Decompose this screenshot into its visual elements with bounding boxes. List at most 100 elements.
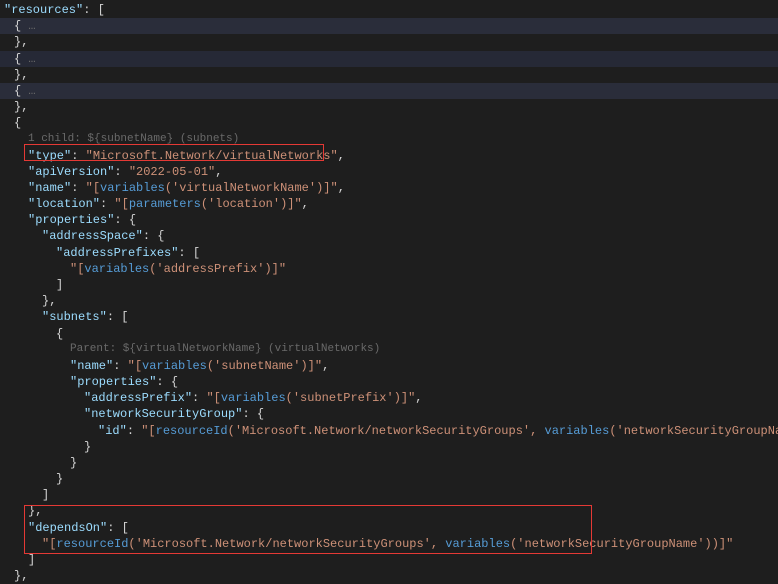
ellipsis-icon: … bbox=[28, 84, 35, 98]
code-editor[interactable]: "resources": [ { … }, { … }, { … }, { 1 … bbox=[0, 2, 778, 584]
json-string: ( bbox=[128, 537, 135, 551]
code-line[interactable]: }, bbox=[0, 34, 778, 50]
code-line[interactable]: "networkSecurityGroup": { bbox=[0, 406, 778, 422]
code-line[interactable]: "apiVersion": "2022-05-01", bbox=[0, 164, 778, 180]
brace: { bbox=[14, 116, 21, 130]
brace: { bbox=[14, 52, 28, 66]
param: 'networkSecurityGroupName' bbox=[517, 537, 704, 551]
punct: : { bbox=[242, 407, 264, 421]
function: variables bbox=[221, 391, 286, 405]
punct: , bbox=[338, 149, 345, 163]
brace: { bbox=[14, 19, 28, 33]
brace: } bbox=[56, 472, 63, 486]
json-string: ( bbox=[165, 181, 172, 195]
json-string: )]" bbox=[316, 181, 338, 195]
bracket: ] bbox=[28, 553, 35, 567]
function: variables bbox=[142, 359, 207, 373]
json-key: "name" bbox=[70, 359, 113, 373]
code-line[interactable]: }, bbox=[0, 99, 778, 115]
punct: , bbox=[49, 294, 56, 308]
function: variables bbox=[545, 424, 610, 438]
punct: , bbox=[21, 569, 28, 583]
code-line[interactable]: "addressPrefixes": [ bbox=[0, 245, 778, 261]
param: 'virtualNetworkName' bbox=[172, 181, 316, 195]
code-line[interactable]: "properties": { bbox=[0, 212, 778, 228]
code-line[interactable]: "addressSpace": { bbox=[0, 228, 778, 244]
json-string: ( bbox=[286, 391, 293, 405]
json-key: "resources" bbox=[4, 3, 83, 17]
inline-hint: 1 child: ${subnetName} (subnets) bbox=[0, 132, 778, 148]
param: 'networkSecurityGroupName' bbox=[617, 424, 778, 438]
code-line[interactable]: ] bbox=[0, 552, 778, 568]
punct: : bbox=[114, 165, 128, 179]
param: 'location' bbox=[208, 197, 280, 211]
json-key: "addressSpace" bbox=[42, 229, 143, 243]
punct: : { bbox=[143, 229, 165, 243]
code-line[interactable]: } bbox=[0, 455, 778, 471]
param: 'Microsoft.Network/networkSecurityGroups… bbox=[136, 537, 431, 551]
json-string: "[ bbox=[86, 181, 100, 195]
code-line[interactable]: { bbox=[0, 115, 778, 131]
inline-hint: Parent: ${virtualNetworkName} (virtualNe… bbox=[0, 342, 778, 358]
json-key: "addressPrefix" bbox=[84, 391, 192, 405]
json-string: "[ bbox=[128, 359, 142, 373]
code-line[interactable]: "properties": { bbox=[0, 374, 778, 390]
code-line[interactable]: ] bbox=[0, 487, 778, 503]
json-key: "id" bbox=[98, 424, 127, 438]
code-line[interactable]: "resources": [ bbox=[0, 2, 778, 18]
json-string: "Microsoft.Network/virtualNetworks" bbox=[86, 149, 338, 163]
brace: } bbox=[70, 456, 77, 470]
json-string: "[ bbox=[70, 262, 84, 276]
json-key: "apiVersion" bbox=[28, 165, 114, 179]
function: resourceId bbox=[56, 537, 128, 551]
code-line[interactable]: }, bbox=[0, 568, 778, 584]
code-line[interactable]: "subnets": [ bbox=[0, 309, 778, 325]
function: variables bbox=[100, 181, 165, 195]
bracket: ] bbox=[56, 278, 63, 292]
punct: , bbox=[415, 391, 422, 405]
brace: { bbox=[14, 84, 28, 98]
punct: , bbox=[215, 165, 222, 179]
code-line[interactable]: }, bbox=[0, 293, 778, 309]
json-key: "properties" bbox=[28, 213, 114, 227]
code-line[interactable]: "type": "Microsoft.Network/virtualNetwor… bbox=[0, 148, 778, 164]
json-string: ))]" bbox=[705, 537, 734, 551]
code-line[interactable]: "addressPrefix": "[variables('subnetPref… bbox=[0, 390, 778, 406]
json-key: "dependsOn" bbox=[28, 521, 107, 535]
code-line[interactable]: } bbox=[0, 439, 778, 455]
json-string: )]" bbox=[280, 197, 302, 211]
ellipsis-icon: … bbox=[28, 19, 35, 33]
json-string: , bbox=[431, 537, 445, 551]
function: resourceId bbox=[156, 424, 228, 438]
code-line-collapsed[interactable]: { … bbox=[0, 83, 778, 99]
punct: : { bbox=[156, 375, 178, 389]
code-line[interactable]: "name": "[variables('virtualNetworkName'… bbox=[0, 180, 778, 196]
code-line-collapsed[interactable]: { … bbox=[0, 51, 778, 67]
code-line[interactable]: ] bbox=[0, 277, 778, 293]
code-line[interactable]: } bbox=[0, 471, 778, 487]
code-line-collapsed[interactable]: { … bbox=[0, 18, 778, 34]
punct: : bbox=[71, 149, 85, 163]
code-line[interactable]: "[variables('addressPrefix')]" bbox=[0, 261, 778, 277]
punct: , bbox=[302, 197, 309, 211]
code-line[interactable]: }, bbox=[0, 67, 778, 83]
param: 'Microsoft.Network/networkSecurityGroups… bbox=[235, 424, 530, 438]
punct: , bbox=[35, 504, 42, 518]
punct: , bbox=[21, 68, 28, 82]
punct: : [ bbox=[178, 246, 200, 260]
function: variables bbox=[445, 537, 510, 551]
code-line[interactable]: }, bbox=[0, 503, 778, 519]
code-line[interactable]: { bbox=[0, 326, 778, 342]
brace: { bbox=[56, 327, 63, 341]
punct: : { bbox=[114, 213, 136, 227]
code-line[interactable]: "dependsOn": [ bbox=[0, 520, 778, 536]
json-string: )]" bbox=[300, 359, 322, 373]
function: parameters bbox=[129, 197, 201, 211]
json-string: "[ bbox=[206, 391, 220, 405]
code-line[interactable]: "id": "[resourceId('Microsoft.Network/ne… bbox=[0, 423, 778, 439]
code-line[interactable]: "[resourceId('Microsoft.Network/networkS… bbox=[0, 536, 778, 552]
code-line[interactable]: "name": "[variables('subnetName')]", bbox=[0, 358, 778, 374]
json-key: "addressPrefixes" bbox=[56, 246, 178, 260]
code-line[interactable]: "location": "[parameters('location')]", bbox=[0, 196, 778, 212]
punct: : bbox=[71, 181, 85, 195]
